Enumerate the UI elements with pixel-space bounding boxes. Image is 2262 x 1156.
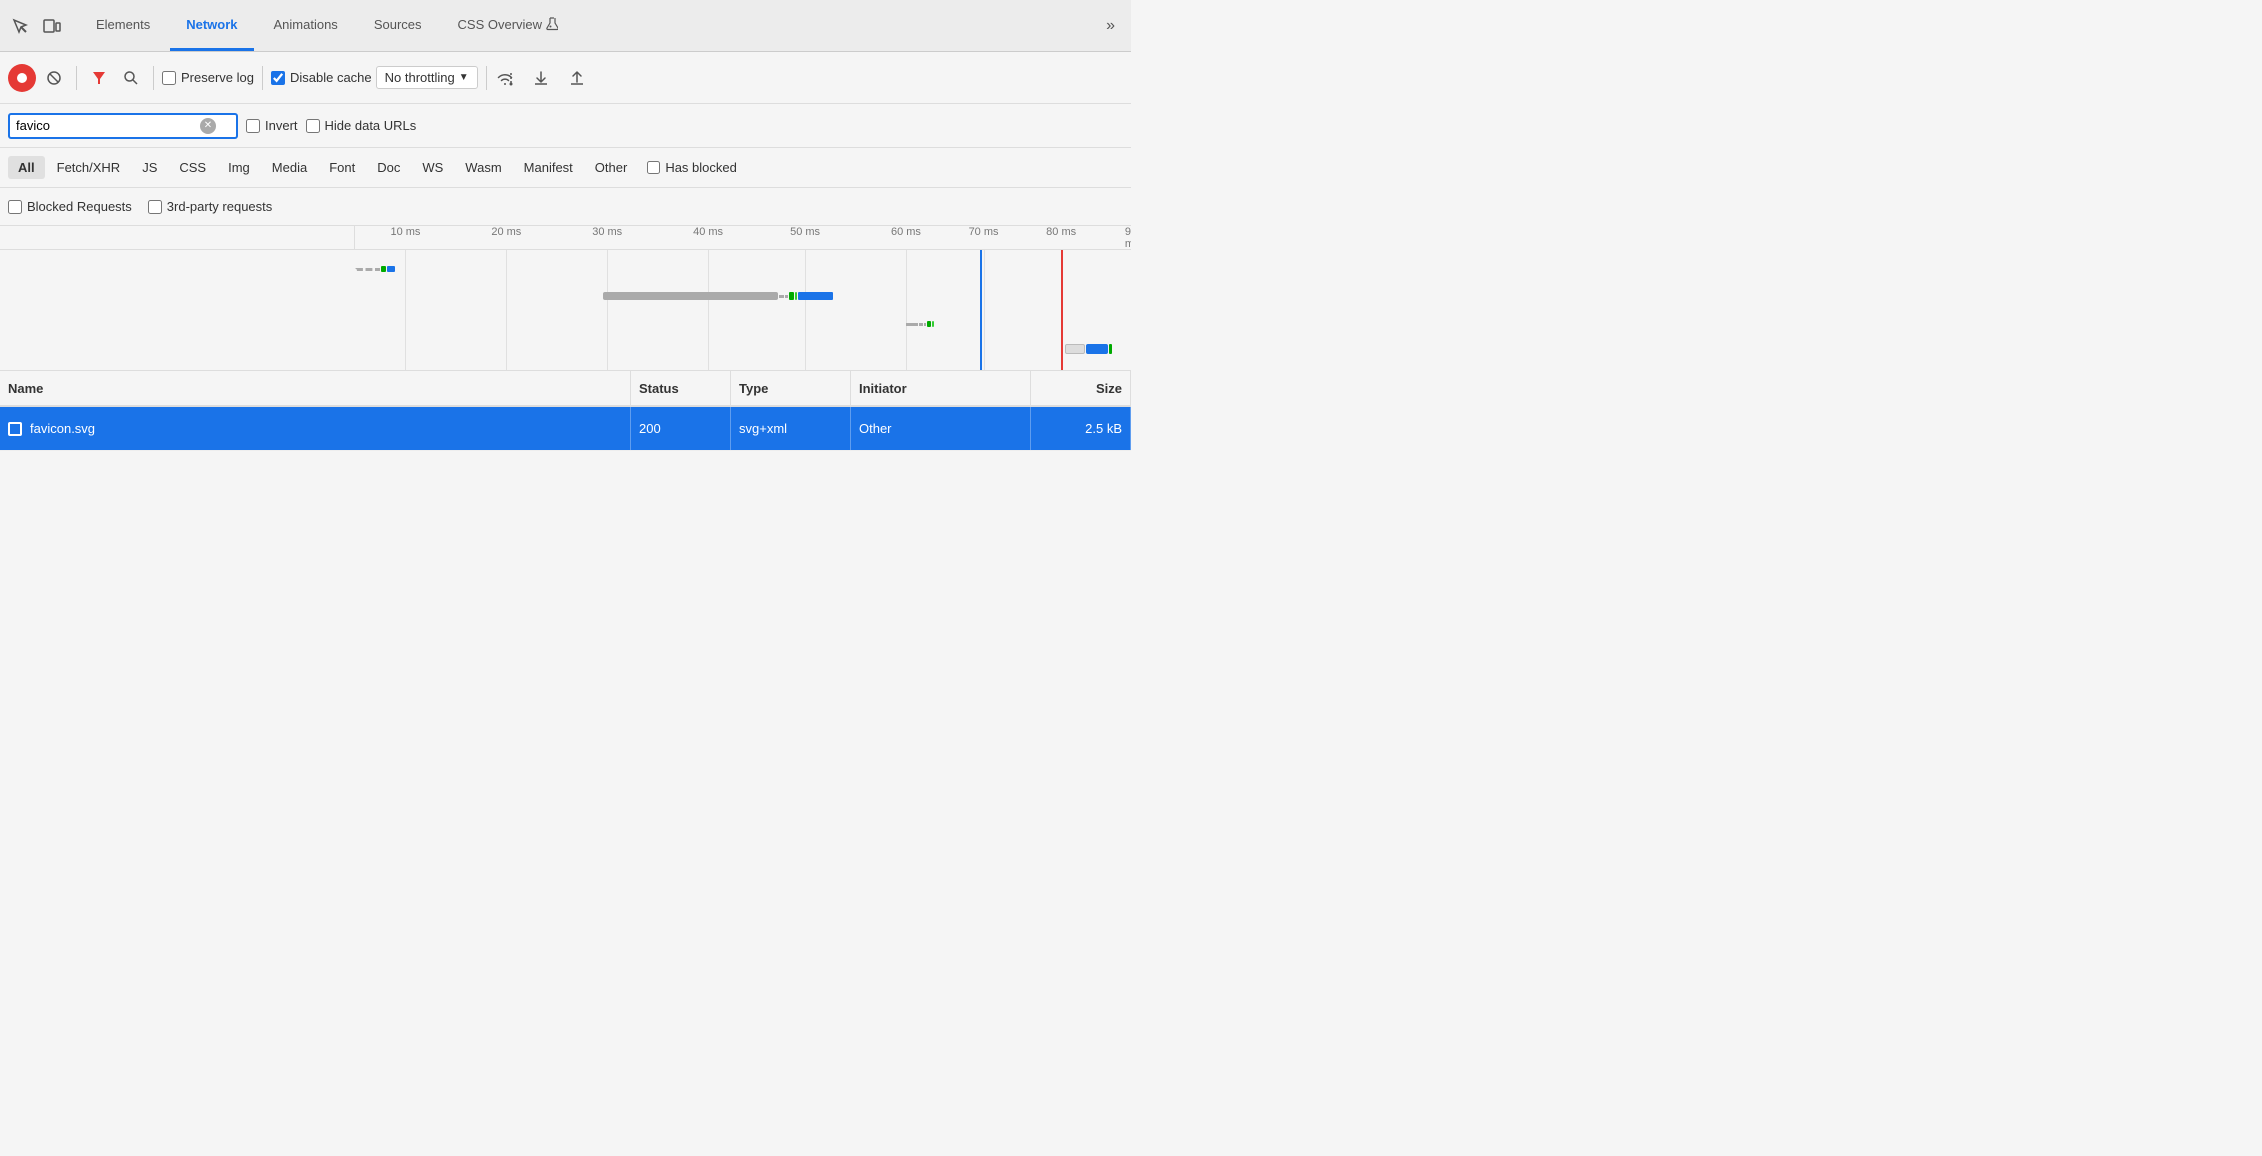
inspect-icon[interactable]: [8, 14, 32, 38]
invert-checkbox[interactable]: [246, 119, 260, 133]
th-type[interactable]: Type: [731, 371, 851, 405]
separator-4: [486, 66, 487, 90]
tab-network[interactable]: Network: [170, 0, 253, 51]
network-table: Name Status Type Initiator Size favicon.…: [0, 371, 1131, 451]
export-har-button[interactable]: [563, 64, 591, 92]
devtools-icons: [8, 14, 64, 38]
timeline-header: 10 ms 20 ms 30 ms 40 ms 50 ms 60 ms 70 m…: [0, 226, 1131, 250]
timeline-label-60: 60 ms: [891, 226, 921, 238]
row-checkbox[interactable]: [8, 422, 22, 436]
filter-ws[interactable]: WS: [412, 156, 453, 179]
more-tabs-button[interactable]: »: [1098, 13, 1123, 39]
type-filter-bar: All Fetch/XHR JS CSS Img Media Font Doc …: [0, 148, 1131, 188]
chevron-down-icon: ▼: [459, 72, 469, 83]
preserve-log-label[interactable]: Preserve log: [162, 70, 254, 85]
third-party-label[interactable]: 3rd-party requests: [148, 199, 273, 214]
filter-doc[interactable]: Doc: [367, 156, 410, 179]
dom-content-loaded-line: [980, 250, 982, 370]
hide-data-urls-checkbox[interactable]: [306, 119, 320, 133]
flask-icon: [546, 17, 558, 31]
td-name: favicon.svg: [0, 407, 631, 450]
hide-data-urls-label[interactable]: Hide data URLs: [306, 118, 417, 133]
network-conditions-icon[interactable]: [495, 70, 515, 86]
record-dot: [17, 73, 27, 83]
filter-wasm[interactable]: Wasm: [455, 156, 511, 179]
timeline-label-10: 10 ms: [390, 226, 420, 238]
th-name[interactable]: Name: [0, 371, 631, 405]
table-header: Name Status Type Initiator Size: [0, 371, 1131, 407]
import-har-button[interactable]: [527, 64, 555, 92]
td-type: svg+xml: [731, 407, 851, 450]
load-line: [1061, 250, 1063, 370]
filter-bar: ✕ Invert Hide data URLs: [0, 104, 1131, 148]
filter-fetch-xhr[interactable]: Fetch/XHR: [47, 156, 131, 179]
th-initiator[interactable]: Initiator: [851, 371, 1031, 405]
timeline-label-30: 30 ms: [592, 226, 622, 238]
blocked-bar: Blocked Requests 3rd-party requests: [0, 188, 1131, 226]
filter-button[interactable]: [85, 64, 113, 92]
tab-bar: Elements Network Animations Sources CSS …: [0, 0, 1131, 52]
separator-2: [153, 66, 154, 90]
invert-label[interactable]: Invert: [246, 118, 298, 133]
filter-all[interactable]: All: [8, 156, 45, 179]
throttle-select[interactable]: No throttling ▼: [376, 66, 478, 89]
has-blocked-checkbox[interactable]: [647, 161, 660, 174]
tab-sources[interactable]: Sources: [358, 0, 438, 51]
clear-button[interactable]: [40, 64, 68, 92]
record-button[interactable]: [8, 64, 36, 92]
blocked-requests-label[interactable]: Blocked Requests: [8, 199, 132, 214]
blocked-requests-checkbox[interactable]: [8, 200, 22, 214]
table-row[interactable]: favicon.svg 200 svg+xml Other 2.5 kB: [0, 407, 1131, 451]
grid-line-50: [805, 250, 806, 370]
grid-line-20: [506, 250, 507, 370]
timeline: 10 ms 20 ms 30 ms 40 ms 50 ms 60 ms 70 m…: [0, 226, 1131, 371]
search-button[interactable]: [117, 64, 145, 92]
filter-img[interactable]: Img: [218, 156, 260, 179]
network-toolbar: Preserve log Disable cache No throttling…: [0, 52, 1131, 104]
disable-cache-checkbox[interactable]: [271, 71, 285, 85]
timeline-label-90: 90 m: [1125, 226, 1131, 250]
search-input[interactable]: [16, 118, 196, 133]
timeline-body: [0, 250, 1131, 370]
filter-manifest[interactable]: Manifest: [514, 156, 583, 179]
grid-line-30: [607, 250, 608, 370]
timeline-label-20: 20 ms: [491, 226, 521, 238]
third-party-checkbox[interactable]: [148, 200, 162, 214]
waterfall-row-4: [1065, 343, 1112, 355]
waterfall-row-1: [355, 265, 395, 273]
th-status[interactable]: Status: [631, 371, 731, 405]
tab-css-overview[interactable]: CSS Overview: [442, 0, 575, 51]
device-toolbar-icon[interactable]: [40, 14, 64, 38]
waterfall-row-2: [603, 290, 833, 302]
preserve-log-checkbox[interactable]: [162, 71, 176, 85]
filter-js[interactable]: JS: [132, 156, 167, 179]
td-initiator: Other: [851, 407, 1031, 450]
td-size: 2.5 kB: [1031, 407, 1131, 450]
filter-css[interactable]: CSS: [169, 156, 216, 179]
waterfall-row-3: [906, 320, 934, 328]
tab-animations[interactable]: Animations: [258, 0, 354, 51]
tab-elements[interactable]: Elements: [80, 0, 166, 51]
disable-cache-label[interactable]: Disable cache: [271, 70, 372, 85]
separator-1: [76, 66, 77, 90]
timeline-label-40: 40 ms: [693, 226, 723, 238]
th-size[interactable]: Size: [1031, 371, 1131, 405]
td-status: 200: [631, 407, 731, 450]
filter-media[interactable]: Media: [262, 156, 317, 179]
timeline-label-80: 80 ms: [1046, 226, 1076, 238]
grid-line-40: [708, 250, 709, 370]
filter-other[interactable]: Other: [585, 156, 638, 179]
filter-font[interactable]: Font: [319, 156, 365, 179]
grid-line-10: [405, 250, 406, 370]
grid-line-60: [906, 250, 907, 370]
search-box: ✕: [8, 113, 238, 139]
separator-3: [262, 66, 263, 90]
grid-line-70: [984, 250, 985, 370]
clear-search-button[interactable]: ✕: [200, 118, 216, 134]
timeline-label-50: 50 ms: [790, 226, 820, 238]
timeline-label-70: 70 ms: [969, 226, 999, 238]
has-blocked-filter[interactable]: Has blocked: [647, 160, 737, 175]
